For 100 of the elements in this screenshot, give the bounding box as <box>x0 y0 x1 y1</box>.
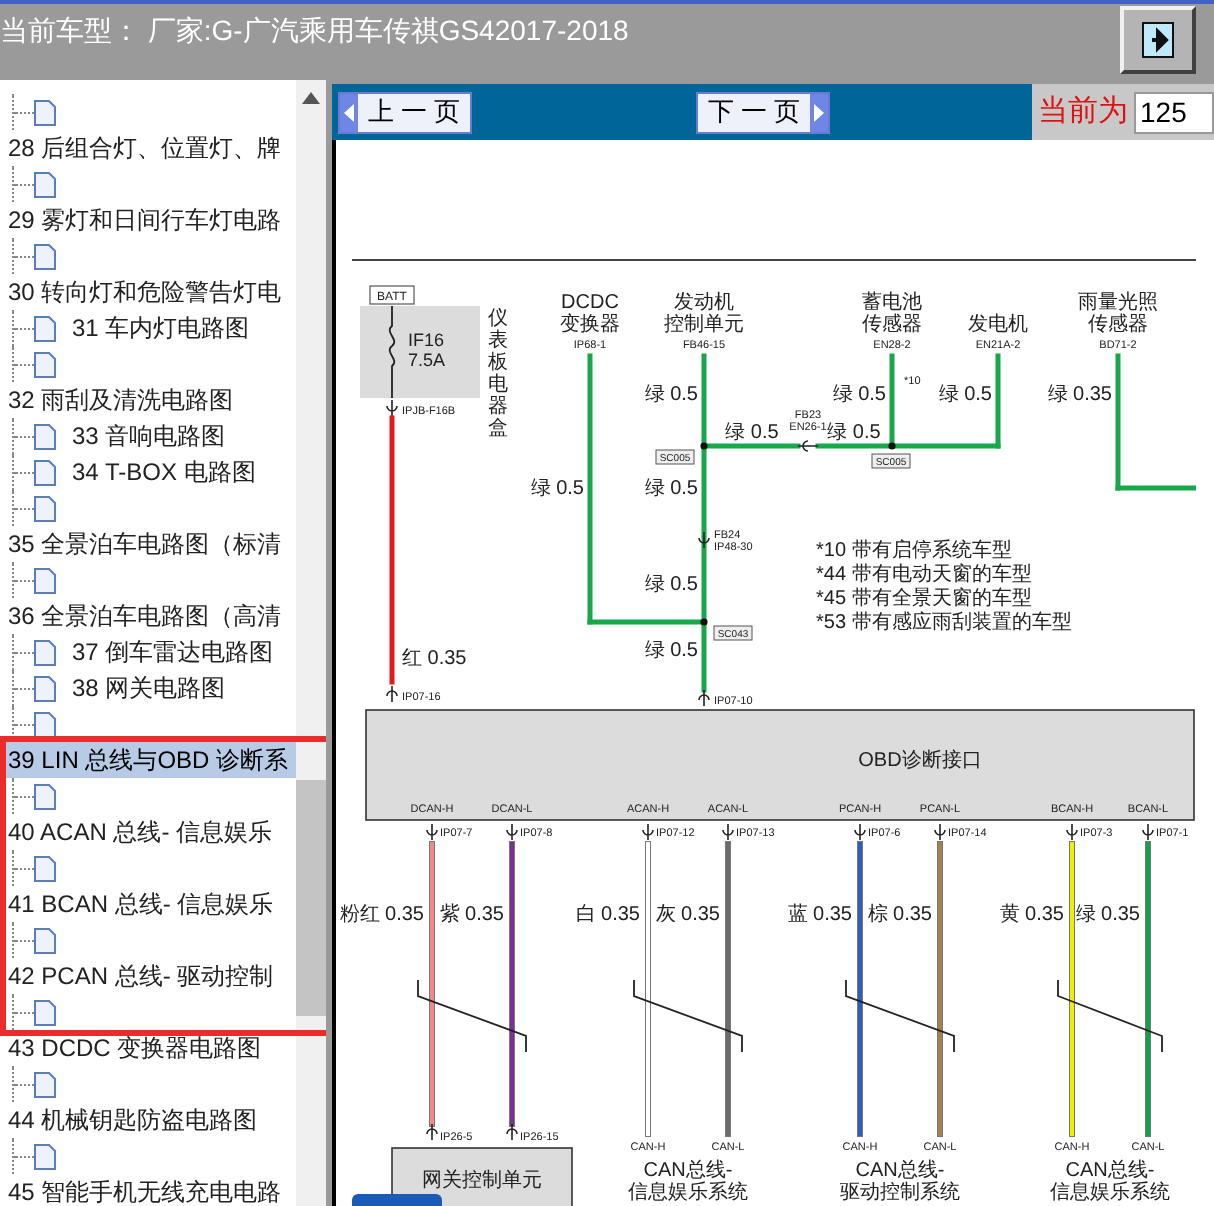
scrollbar-thumb[interactable] <box>296 780 327 1016</box>
connector-icon <box>1142 823 1154 841</box>
connector-icon <box>386 399 398 417</box>
component-label: DCDC <box>561 292 619 314</box>
component-label: 控制单元 <box>664 314 744 336</box>
bus-label: 信息娱乐系统 <box>1050 1182 1170 1204</box>
wire-label: 粉红 0.35 <box>339 904 424 926</box>
component-label: 变换器 <box>560 314 620 336</box>
footnote: *53 带有感应雨刮装置的车型 <box>816 612 1072 634</box>
document-icon[interactable] <box>34 171 56 197</box>
bus-label: 驱动控制系统 <box>840 1182 960 1204</box>
document-icon[interactable] <box>34 243 56 269</box>
twisted-pair-mark <box>845 979 955 1053</box>
wire-label: 绿 0.5 <box>530 478 584 500</box>
connector-icon <box>1066 823 1078 841</box>
connector-icon <box>934 823 946 841</box>
bus-label: CAN总线- <box>643 1160 733 1182</box>
document-icon[interactable] <box>34 567 56 593</box>
arrow-left-icon <box>340 93 358 131</box>
connector-icon <box>506 1123 518 1141</box>
document-icon[interactable] <box>34 711 56 737</box>
document-icon[interactable] <box>34 99 56 125</box>
fuse-box-name: 仪表板电器盒 <box>488 308 508 440</box>
footnote: *44 带有电动天窗的车型 <box>816 564 1032 586</box>
tree-item[interactable]: 31 车内灯电路图 <box>72 310 250 346</box>
page-label: 当前为 <box>1038 91 1128 132</box>
wire-label: 绿 0.35 <box>1047 384 1112 406</box>
wire-label: 绿 0.35 <box>1075 904 1140 926</box>
document-icon[interactable] <box>34 315 56 341</box>
splice-dot <box>700 618 708 626</box>
document-icon[interactable] <box>34 459 56 485</box>
wire-label: 绿 0.5 <box>644 478 698 500</box>
previous-page-button[interactable]: 上 一 页 <box>338 91 472 133</box>
wire-label: 黄 0.35 <box>999 904 1064 926</box>
tree-item[interactable]: 39 LIN 总线与OBD 诊断系 <box>6 742 297 778</box>
connector-icon <box>386 685 398 703</box>
connector-icon <box>642 823 654 841</box>
bus-label: CAN总线- <box>1065 1160 1155 1182</box>
component-label: OBD诊断接口 <box>858 750 982 772</box>
tree-item[interactable]: 37 倒车雷达电路图 <box>72 634 274 670</box>
component-label: 网关控制单元 <box>422 1170 542 1192</box>
bus-label: 信息娱乐系统 <box>628 1182 748 1204</box>
document-icon[interactable] <box>34 675 56 701</box>
component-label: 发动机 <box>674 292 734 314</box>
splice-dot <box>700 442 708 450</box>
exit-button[interactable] <box>1120 6 1196 74</box>
wire-label: 绿 0.5 <box>644 640 698 662</box>
document-icon[interactable] <box>34 639 56 665</box>
next-page-button[interactable]: 下 一 页 <box>696 91 830 133</box>
wire-label: 蓝 0.35 <box>787 904 852 926</box>
document-icon[interactable] <box>34 1143 56 1169</box>
document-icon[interactable] <box>34 783 56 809</box>
arrow-box-icon <box>1142 22 1174 58</box>
footnote: *10 带有启停系统车型 <box>816 540 1012 562</box>
wire-label: 棕 0.35 <box>867 904 932 926</box>
page-field[interactable]: 125 <box>1134 91 1214 133</box>
wire-label: 绿 0.5 <box>644 384 698 406</box>
connector-icon <box>854 823 866 841</box>
document-icon[interactable] <box>34 495 56 521</box>
component-label: 蓄电池 <box>862 292 922 314</box>
vehicle-title: 当前车型： 厂家:G-广汽乘用车传祺GS42017-2018 <box>0 12 629 50</box>
wire-label: 绿 0.5 <box>938 384 992 406</box>
fuse-label: IF16 <box>408 330 445 350</box>
twisted-pair-mark <box>633 979 743 1053</box>
scroll-up-icon[interactable] <box>302 92 321 104</box>
document-icon[interactable] <box>34 1071 56 1097</box>
document-icon[interactable] <box>34 999 56 1025</box>
wire-label: 绿 0.5 <box>827 422 881 444</box>
component-label: 雨量光照 <box>1078 292 1158 314</box>
wire-label: 紫 0.35 <box>439 904 504 926</box>
fuse-icon <box>388 305 396 399</box>
fuse-box <box>360 306 480 398</box>
scrollbar[interactable] <box>296 80 327 1206</box>
wire-label: 绿 0.5 <box>725 422 779 444</box>
connector-icon <box>722 823 734 841</box>
connector-icon <box>426 823 438 841</box>
connector-icon <box>506 823 518 841</box>
document-icon[interactable] <box>34 855 56 881</box>
wire-label: 灰 0.35 <box>655 904 720 926</box>
connector-icon <box>698 531 710 549</box>
overlay-block <box>352 1194 442 1206</box>
wire-label: 白 0.35 <box>575 904 640 926</box>
document-icon[interactable] <box>34 423 56 449</box>
bus-label: CAN总线- <box>855 1160 945 1182</box>
arrow-right-icon <box>810 93 828 131</box>
wire-label: 绿 0.5 <box>644 574 698 596</box>
splice-dot <box>888 442 896 450</box>
connector-icon <box>797 440 819 452</box>
document-icon[interactable] <box>34 351 56 377</box>
component-label: 发电机 <box>968 314 1028 336</box>
connector-icon <box>426 1123 438 1141</box>
twisted-pair-mark <box>417 979 527 1053</box>
document-icon[interactable] <box>34 927 56 953</box>
wire-label: 红 0.35 <box>402 648 467 670</box>
connector-icon <box>698 689 710 707</box>
component-label: 传感器 <box>862 314 922 336</box>
wire-label: 绿 0.5 <box>832 384 886 406</box>
fuse-rating: 7.5A <box>408 350 446 370</box>
footnote: *45 带有全景天窗的车型 <box>816 588 1032 610</box>
component-label: 传感器 <box>1088 314 1148 336</box>
